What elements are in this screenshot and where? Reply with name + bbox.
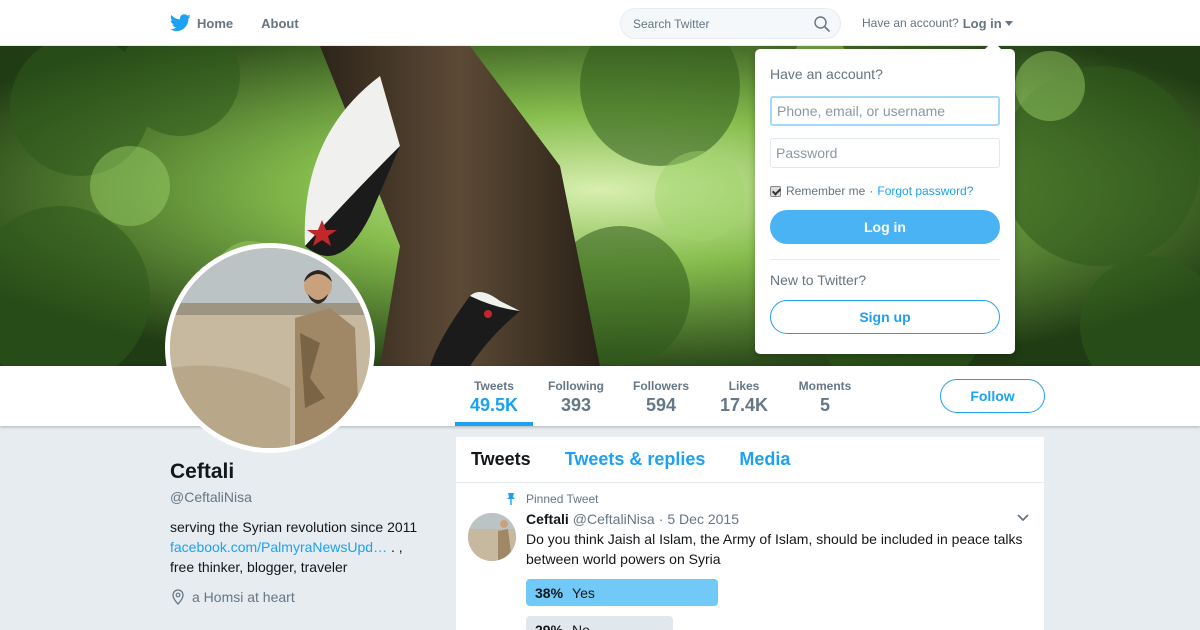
stat-likes-label: Likes [728, 379, 760, 393]
pinned-label: Pinned Tweet [526, 492, 599, 506]
location-pin-icon [172, 589, 184, 605]
bio-line-1: serving the Syrian revolution since 2011 [170, 519, 418, 535]
chevron-down-icon[interactable] [1016, 513, 1030, 523]
poll-percent: 38% [535, 584, 564, 601]
tweet-avatar-photo [468, 513, 516, 561]
poll-label: Yes [572, 584, 595, 601]
new-to-twitter-text: New to Twitter? [770, 272, 867, 288]
tweet-author-handle[interactable]: @CeftaliNisa [573, 511, 655, 527]
pinned-label-row: Pinned Tweet [504, 491, 1032, 507]
timeline: Tweets Tweets & replies Media Pinned Twe… [456, 437, 1044, 630]
tweet-avatar[interactable] [468, 513, 516, 561]
stat-tweets-label: Tweets [474, 379, 514, 393]
follow-button[interactable]: Follow [940, 379, 1045, 413]
profile-location: a Homsi at heart [170, 589, 440, 605]
login-menu-label: Log in [962, 15, 1002, 31]
have-account-text: Have an account? [862, 16, 959, 30]
caret-down-icon [1004, 20, 1013, 26]
forgot-password-link[interactable]: Forgot password? [877, 184, 973, 198]
tweet-text: Do you think Jaish al Islam, the Army of… [526, 531, 1023, 567]
bio-link[interactable]: facebook.com/PalmyraNewsUpd… [170, 539, 387, 555]
stat-likes[interactable]: Likes 17.4K [714, 366, 774, 426]
stat-following-value: 393 [560, 395, 592, 415]
timeline-tabs: Tweets Tweets & replies Media [456, 437, 1044, 483]
remember-separator: · [869, 184, 874, 198]
tab-media[interactable]: Media [739, 449, 790, 470]
remember-row: Remember me · Forgot password? [770, 184, 1000, 198]
avatar-photo [170, 248, 370, 448]
about-link[interactable]: About [261, 16, 299, 31]
profile-bio: serving the Syrian revolution since 2011… [170, 517, 440, 577]
poll-label: No [572, 621, 590, 630]
stat-moments-label: Moments [798, 379, 852, 393]
top-navigation: Home About Search Twitter Have an accoun… [0, 0, 1200, 46]
username-field[interactable] [770, 96, 1000, 126]
home-label: Home [197, 15, 234, 31]
divider [770, 259, 1000, 260]
twitter-bird-icon [170, 14, 191, 32]
search-icon[interactable] [814, 16, 830, 32]
stat-moments-value: 5 [819, 395, 830, 415]
poll-option-no: 29% No [526, 616, 1006, 630]
stat-followers-value: 594 [645, 395, 677, 415]
tweet-separator: · [658, 511, 664, 527]
stat-tweets-value: 49.5K [469, 395, 519, 415]
stat-followers[interactable]: Followers 594 [627, 366, 695, 426]
tweet-author-name[interactable]: Ceftali [526, 511, 569, 527]
tab-tweets-replies[interactable]: Tweets & replies [565, 449, 706, 470]
bio-line-2: facebook.com/PalmyraNewsUpd… . , [170, 537, 440, 557]
profile-name[interactable]: Ceftali [170, 460, 440, 484]
poll-option-yes: 38% Yes [526, 579, 1006, 606]
home-link[interactable]: Home [170, 14, 233, 32]
dropdown-title: Have an account? [770, 66, 883, 82]
profile-handle[interactable]: @CeftaliNisa [170, 489, 440, 505]
remember-checkbox[interactable] [770, 185, 781, 197]
tweet-header: Ceftali @CeftaliNisa · 5 Dec 2015 [526, 511, 1032, 527]
bio-suffix: . , [387, 539, 403, 555]
stat-moments[interactable]: Moments 5 [793, 366, 857, 426]
account-area: Have an account? Log in [862, 0, 1013, 46]
tweet-date[interactable]: 5 Dec 2015 [667, 511, 739, 527]
pinned-tweet[interactable]: Pinned Tweet Ceftali @CeftaliNisa · 5 De… [456, 483, 1044, 630]
bio-line-3: free thinker, blogger, traveler [170, 559, 348, 575]
nav-left: Home About [170, 0, 327, 46]
poll-percent: 29% [535, 621, 564, 630]
remember-label[interactable]: Remember me [786, 184, 865, 198]
profile-card: Ceftali @CeftaliNisa serving the Syrian … [170, 460, 440, 605]
tab-tweets[interactable]: Tweets [471, 449, 531, 470]
profile-avatar[interactable] [165, 243, 375, 453]
search-placeholder: Search Twitter [633, 16, 710, 31]
password-field[interactable] [770, 138, 1000, 168]
search-input[interactable]: Search Twitter [620, 8, 841, 39]
stat-following-label: Following [548, 379, 604, 393]
stat-following[interactable]: Following 393 [543, 366, 609, 426]
stat-tweets[interactable]: Tweets 49.5K [455, 366, 533, 426]
signup-button[interactable]: Sign up [770, 300, 1000, 334]
login-button[interactable]: Log in [770, 210, 1000, 244]
pin-icon [507, 493, 515, 505]
login-dropdown: Have an account? Remember me · Forgot pa… [755, 41, 1015, 354]
stat-followers-label: Followers [632, 379, 689, 393]
location-text: a Homsi at heart [192, 589, 295, 605]
stat-likes-value: 17.4K [719, 395, 769, 415]
login-menu-toggle[interactable]: Log in [963, 16, 1013, 31]
about-label: About [261, 15, 299, 31]
